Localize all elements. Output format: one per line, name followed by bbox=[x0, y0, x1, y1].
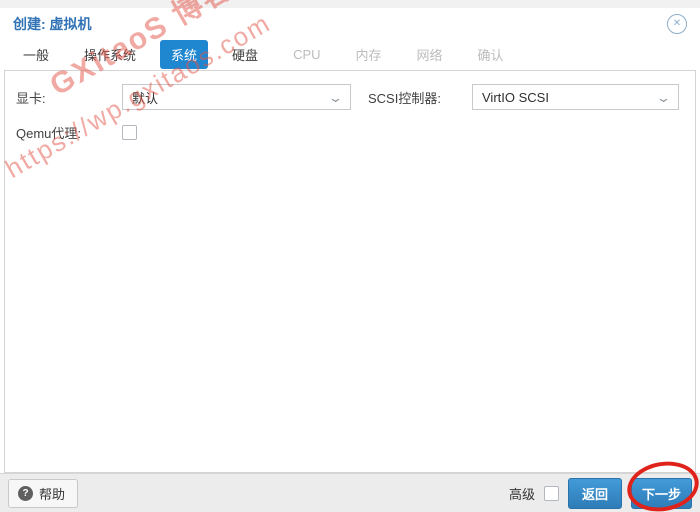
tab-confirm: 确认 bbox=[477, 47, 504, 63]
tab-disk[interactable]: 硬盘 bbox=[221, 40, 269, 69]
advanced-label: 高级 bbox=[508, 486, 535, 502]
graphics-label: 显卡: bbox=[16, 90, 46, 106]
scsi-controller-select[interactable]: VirtIO SCSI ⌄ bbox=[472, 84, 679, 110]
help-button-label: 帮助 bbox=[39, 486, 66, 502]
background-strip bbox=[0, 0, 700, 8]
scsi-select-value: VirtIO SCSI bbox=[482, 89, 549, 105]
create-vm-dialog: 创建: 虚拟机 ✕ 一般 操作系统 系统 硬盘 CPU 内存 网络 确认 显卡:… bbox=[0, 8, 700, 512]
back-button[interactable]: 返回 bbox=[567, 477, 622, 509]
chevron-down-icon: ⌄ bbox=[655, 89, 672, 105]
question-circle-icon: ? bbox=[18, 485, 33, 501]
system-tab-panel: 显卡: 默认 ⌄ Qemu代理: SCSI控制器: VirtIO SCSI ⌄ bbox=[4, 70, 696, 473]
scsi-controller-label: SCSI控制器: bbox=[368, 90, 441, 106]
qemu-agent-label: Qemu代理: bbox=[16, 125, 82, 141]
tab-os[interactable]: 操作系统 bbox=[73, 40, 147, 69]
scsi-field-row: SCSI控制器: VirtIO SCSI ⌄ bbox=[364, 84, 685, 110]
graphics-select-value: 默认 bbox=[132, 90, 159, 106]
qemu-agent-field-row: Qemu代理: bbox=[15, 119, 364, 145]
dialog-title: 创建: 虚拟机 bbox=[13, 16, 92, 32]
dialog-header: 创建: 虚拟机 ✕ bbox=[0, 8, 700, 40]
graphics-field-row: 显卡: 默认 ⌄ bbox=[15, 84, 364, 110]
help-button[interactable]: ? 帮助 bbox=[8, 478, 79, 508]
tab-general[interactable]: 一般 bbox=[12, 40, 60, 69]
tab-cpu: CPU bbox=[293, 46, 321, 62]
wizard-tabbar: 一般 操作系统 系统 硬盘 CPU 内存 网络 确认 bbox=[0, 39, 700, 70]
chevron-down-icon: ⌄ bbox=[327, 89, 344, 105]
dialog-footer: ? 帮助 高级 返回 下一步 bbox=[0, 473, 700, 512]
qemu-agent-checkbox[interactable] bbox=[122, 124, 137, 140]
tab-memory: 内存 bbox=[355, 47, 382, 63]
advanced-checkbox[interactable] bbox=[543, 485, 559, 501]
tab-network: 网络 bbox=[416, 47, 443, 63]
graphics-select[interactable]: 默认 ⌄ bbox=[122, 84, 351, 110]
tab-system[interactable]: 系统 bbox=[160, 39, 209, 69]
screenshot-root: 创建: 虚拟机 ✕ 一般 操作系统 系统 硬盘 CPU 内存 网络 确认 显卡:… bbox=[0, 0, 700, 512]
next-button[interactable]: 下一步 bbox=[630, 477, 692, 509]
close-icon[interactable]: ✕ bbox=[667, 14, 687, 34]
